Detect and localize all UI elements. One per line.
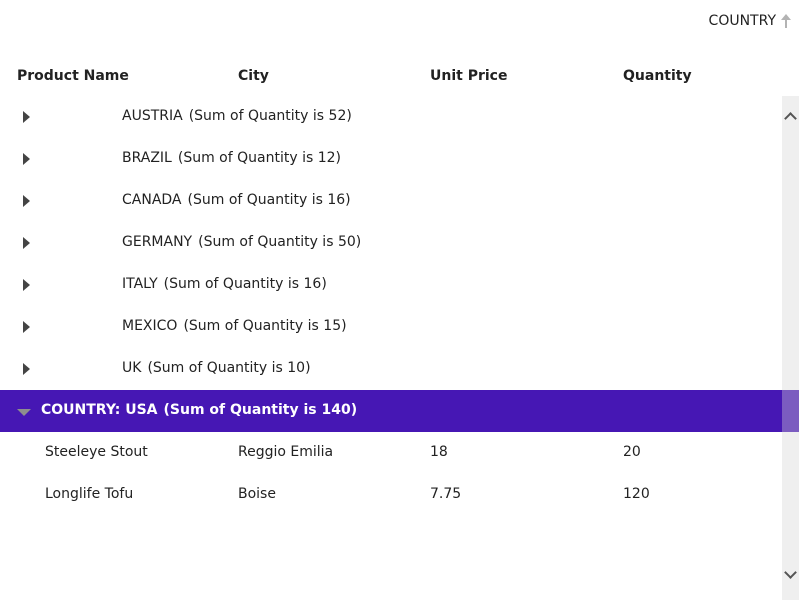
cell-product-name: Steeleye Stout [45, 444, 148, 460]
scroll-down-button[interactable] [782, 566, 799, 586]
column-header-quantity[interactable]: Quantity [623, 64, 692, 88]
group-row-canada[interactable]: CANADA (Sum of Quantity is 16) [0, 180, 782, 222]
group-row-brazil[interactable]: BRAZIL (Sum of Quantity is 12) [0, 138, 782, 180]
group-summary: (Sum of Quantity is 12) [177, 150, 341, 166]
cell-product-name: Longlife Tofu [45, 486, 134, 502]
group-summary: (Sum of Quantity is 15) [183, 318, 347, 334]
group-summary: (Sum of Quantity is 50) [198, 234, 362, 250]
group-row-mexico[interactable]: MEXICO (Sum of Quantity is 15) [0, 306, 782, 348]
expand-icon[interactable] [23, 321, 30, 333]
cell-city: Reggio Emilia [238, 444, 334, 460]
expand-icon[interactable] [23, 279, 30, 291]
arrow-up-icon [780, 13, 792, 29]
group-row-uk[interactable]: UK (Sum of Quantity is 10) [0, 348, 782, 390]
group-key: ITALY [122, 276, 158, 292]
column-header-city[interactable]: City [238, 64, 269, 88]
cell-quantity: 20 [623, 444, 641, 460]
table-row[interactable]: Longlife Tofu Boise 7.75 120 [0, 474, 782, 516]
group-summary: (Sum of Quantity is 16) [163, 276, 327, 292]
sort-chip-label: COUNTRY [708, 13, 776, 29]
group-sort-chip[interactable]: COUNTRY [709, 10, 792, 32]
scroll-up-button[interactable] [782, 108, 799, 128]
expand-icon[interactable] [23, 111, 30, 123]
group-key: UK [122, 360, 142, 376]
group-key: AUSTRIA [122, 108, 183, 124]
expand-icon[interactable] [23, 237, 30, 249]
group-row-usa[interactable]: COUNTRY: USA (Sum of Quantity is 140) [0, 390, 782, 432]
group-key: CANADA [122, 192, 182, 208]
group-summary: (Sum of Quantity is 10) [147, 360, 311, 376]
group-key: GERMANY [122, 234, 193, 250]
group-summary: (Sum of Quantity is 52) [188, 108, 352, 124]
column-header-unit-price[interactable]: Unit Price [430, 64, 507, 88]
cell-city: Boise [238, 486, 276, 502]
cell-unit-price: 7.75 [430, 486, 462, 502]
group-summary: (Sum of Quantity is 16) [187, 192, 351, 208]
scroll-thumb[interactable] [782, 390, 799, 432]
data-grid: AUSTRIA (Sum of Quantity is 52) BRAZIL (Su… [0, 96, 782, 600]
column-header-row: Product Name City Unit Price Quantity [0, 64, 782, 90]
group-key: MEXICO [122, 318, 178, 334]
group-row-austria[interactable]: AUSTRIA (Sum of Quantity is 52) [0, 96, 782, 138]
collapse-icon[interactable] [17, 409, 31, 416]
group-summary: (Sum of Quantity is 140) [163, 402, 358, 418]
group-key: COUNTRY: USA [41, 402, 158, 418]
group-row-italy[interactable]: ITALY (Sum of Quantity is 16) [0, 264, 782, 306]
chevron-down-icon [784, 566, 797, 579]
table-row[interactable]: Steeleye Stout Reggio Emilia 18 20 [0, 432, 782, 474]
column-header-product-name[interactable]: Product Name [17, 64, 129, 88]
vertical-scrollbar[interactable] [782, 96, 799, 600]
group-row-germany[interactable]: GERMANY (Sum of Quantity is 50) [0, 222, 782, 264]
expand-icon[interactable] [23, 195, 30, 207]
cell-unit-price: 18 [430, 444, 448, 460]
expand-icon[interactable] [23, 153, 30, 165]
expand-icon[interactable] [23, 363, 30, 375]
group-key: BRAZIL [122, 150, 172, 166]
cell-quantity: 120 [623, 486, 650, 502]
chevron-up-icon [784, 112, 797, 125]
